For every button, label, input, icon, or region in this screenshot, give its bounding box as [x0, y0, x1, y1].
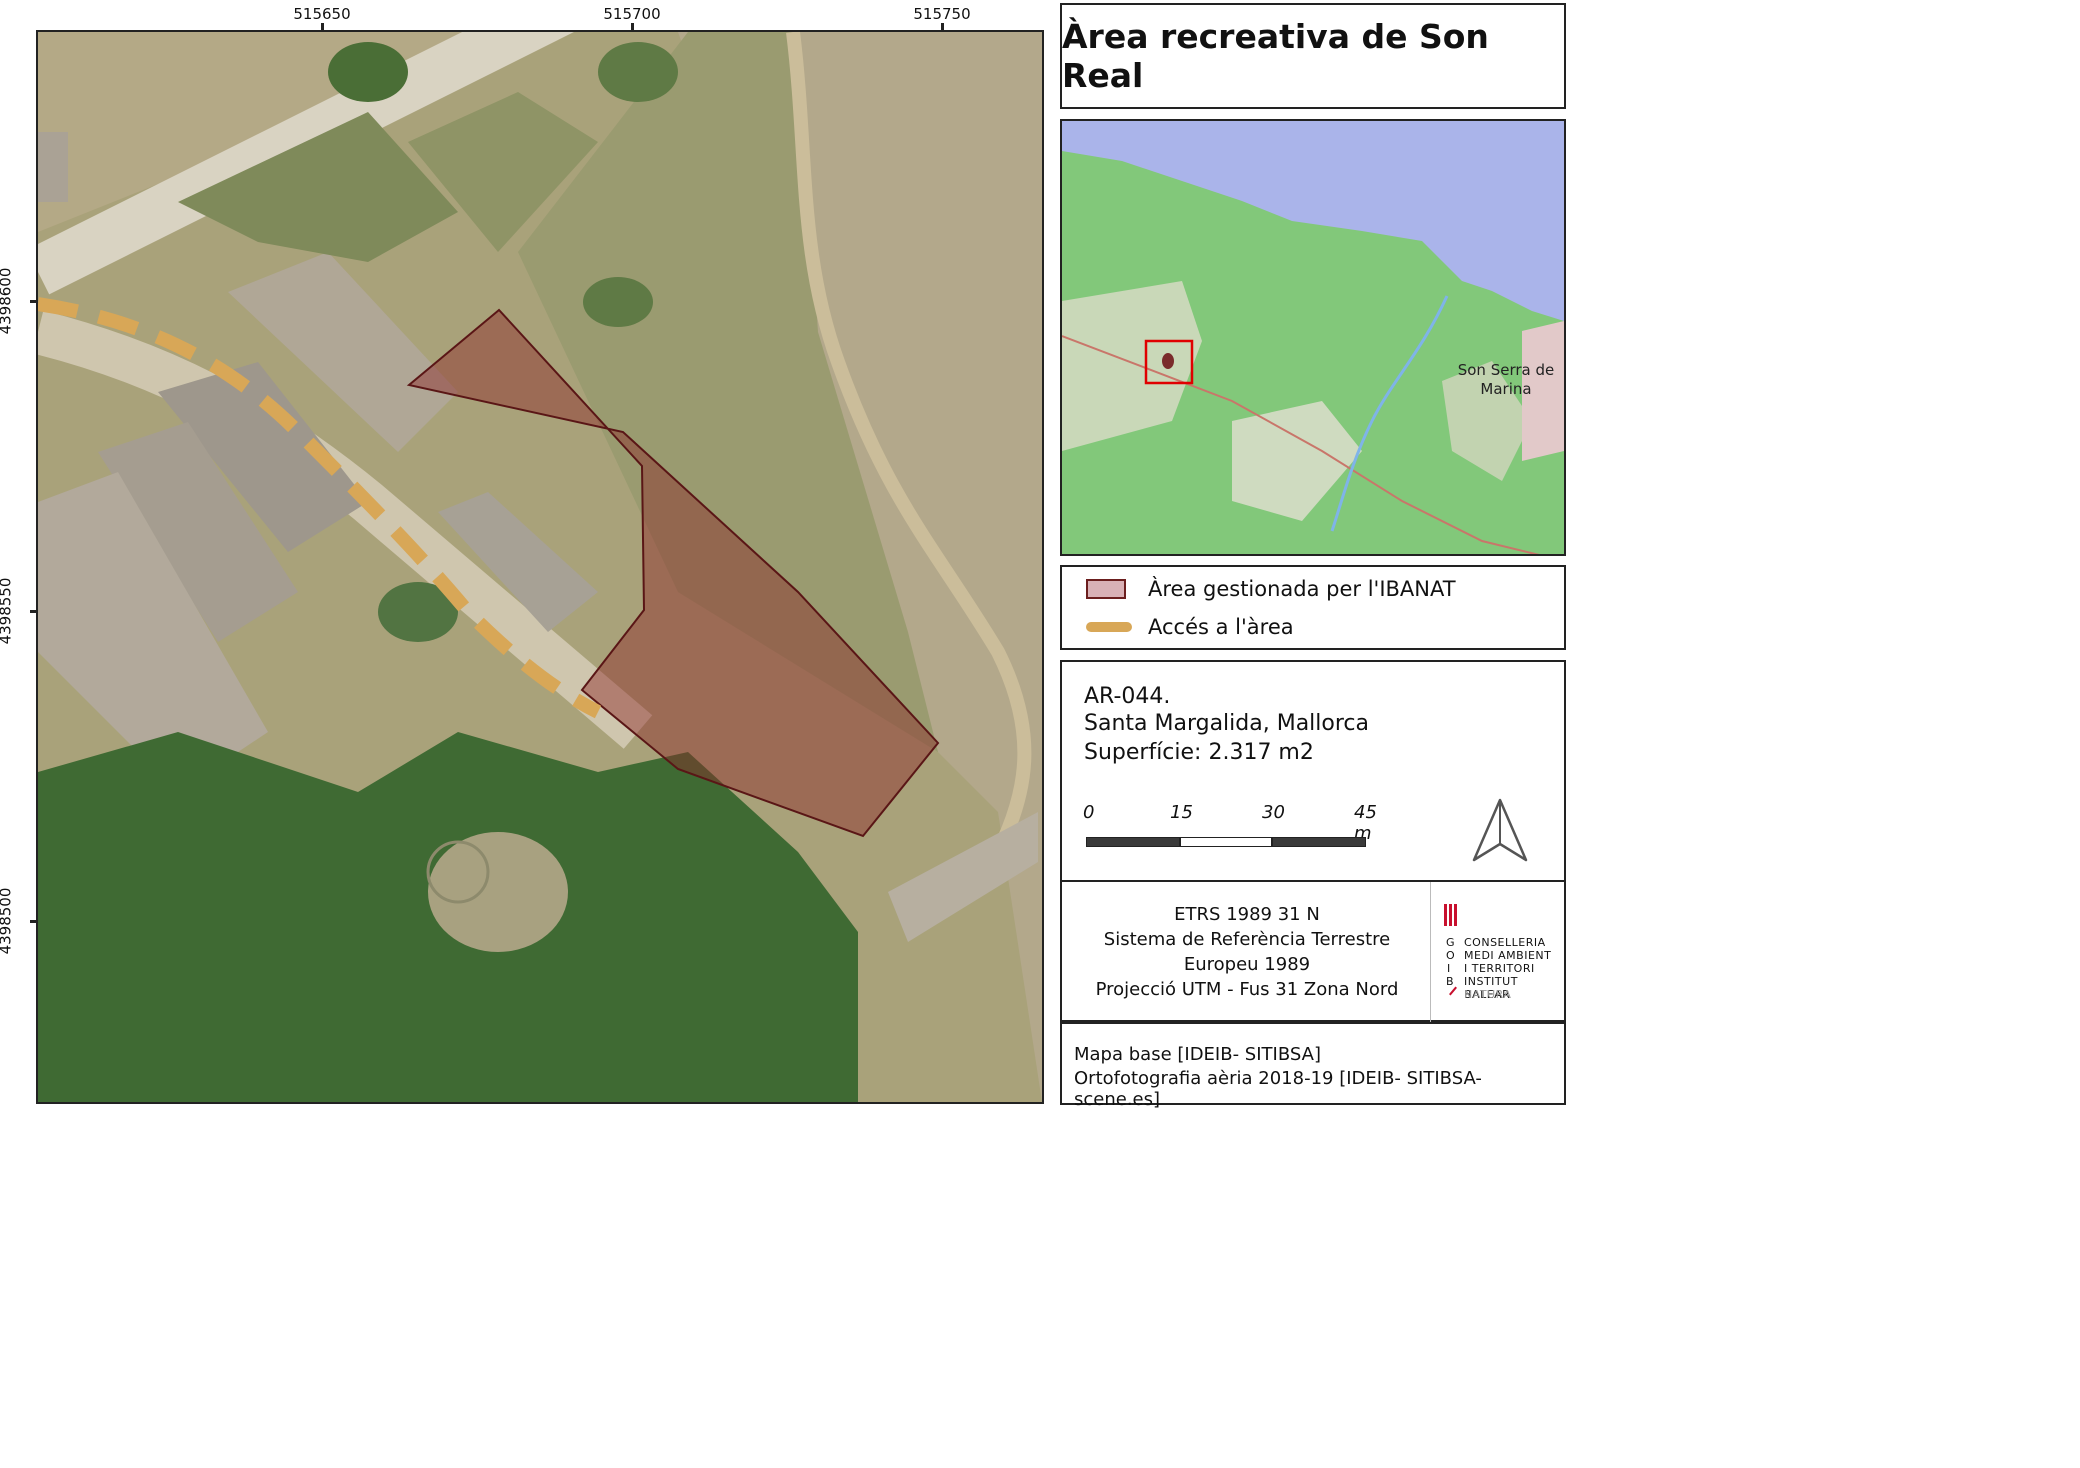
balearic-flag-icon [1444, 904, 1457, 926]
govern-logo: G O I B CONSELLERIA MEDI AMBIENT I TERRI… [1438, 902, 1563, 1012]
credit-line-1: Mapa base [IDEIB- SITIBSA] [1074, 1044, 1321, 1065]
y-tick-label-1: 4398600 [0, 267, 15, 335]
map-title-box: Àrea recreativa de Son Real [1060, 3, 1566, 109]
logo-letter-b: B [1446, 975, 1455, 988]
north-arrow-icon [1472, 798, 1528, 862]
x-tick-label-1: 515650 [293, 5, 351, 23]
area-location: Santa Margalida, Mallorca [1084, 711, 1370, 736]
inset-location-map[interactable]: Son Serra de Marina [1060, 119, 1566, 556]
credits-panel: Mapa base [IDEIB- SITIBSA] Ortofotografi… [1060, 1022, 1566, 1110]
y-tick-label-2: 4398550 [0, 577, 15, 645]
crs-line-3: Europeu 1989 [1183, 954, 1311, 975]
y-tick-label-3: 4398500 [0, 887, 15, 955]
scale-segment-1 [1086, 837, 1180, 847]
access-swatch [1086, 622, 1132, 632]
legend-item-area: Àrea gestionada per l'IBANAT [1086, 577, 1456, 601]
legend: Àrea gestionada per l'IBANAT Accés a l'à… [1060, 565, 1566, 650]
map-title: Àrea recreativa de Son Real [1062, 17, 1489, 95]
circular-clearing [428, 832, 568, 952]
crs-divider [1430, 882, 1431, 1022]
area-code: AR-044. [1084, 684, 1171, 709]
crs-line-4: Projecció UTM - Fus 31 Zona Nord [1095, 979, 1399, 1000]
credit-line-2: Ortofotografia aèria 2018-19 [IDEIB- SIT… [1074, 1068, 1482, 1110]
logo-letter-g: G [1446, 936, 1456, 949]
aerial-map[interactable] [36, 30, 1044, 1104]
legend-item-access: Accés a l'àrea [1086, 615, 1294, 639]
inset-place-label: Son Serra de Marina [1446, 361, 1564, 399]
crs-line-2: Sistema de Referència Terrestre [1103, 929, 1391, 950]
logo-line-5: NATURA [1464, 988, 1512, 1001]
crs-line-1: ETRS 1989 31 N [1174, 904, 1320, 925]
legend-area-label: Àrea gestionada per l'IBANAT [1148, 577, 1456, 601]
crs-panel: ETRS 1989 31 N Sistema de Referència Ter… [1060, 880, 1566, 1022]
logo-line-3: I TERRITORI [1464, 962, 1535, 975]
aerial-map-canvas [38, 32, 1042, 1102]
logo-letter-o: O [1446, 949, 1456, 962]
inset-map-canvas [1062, 121, 1564, 554]
inset-area-dot [1162, 353, 1174, 369]
tree-cluster-1 [328, 42, 408, 102]
info-panel: AR-044. Santa Margalida, Mallorca Superf… [1060, 660, 1566, 882]
logo-line-2: MEDI AMBIENT [1464, 949, 1552, 962]
x-tick-label-2: 515700 [603, 5, 661, 23]
area-swatch [1086, 579, 1126, 599]
logo-line-1: CONSELLERIA [1464, 936, 1546, 949]
inset-place-label-line2: Marina [1480, 380, 1532, 398]
scale-label-15: 15 [1170, 802, 1193, 823]
logo-letter-i: I [1447, 962, 1451, 975]
tree-cluster-3 [598, 42, 678, 102]
scale-label-0: 0 [1083, 802, 1095, 823]
area-surface: Superfície: 2.317 m2 [1084, 740, 1314, 765]
scale-label-30: 30 [1262, 802, 1285, 823]
tree-cluster-4 [583, 277, 653, 327]
legend-access-label: Accés a l'àrea [1148, 615, 1294, 639]
building-7 [38, 132, 68, 202]
inset-place-label-line1: Son Serra de [1457, 361, 1555, 379]
x-tick-label-3: 515750 [913, 5, 971, 23]
scale-segment-2 [1180, 837, 1272, 847]
scale-segment-3 [1272, 837, 1366, 847]
